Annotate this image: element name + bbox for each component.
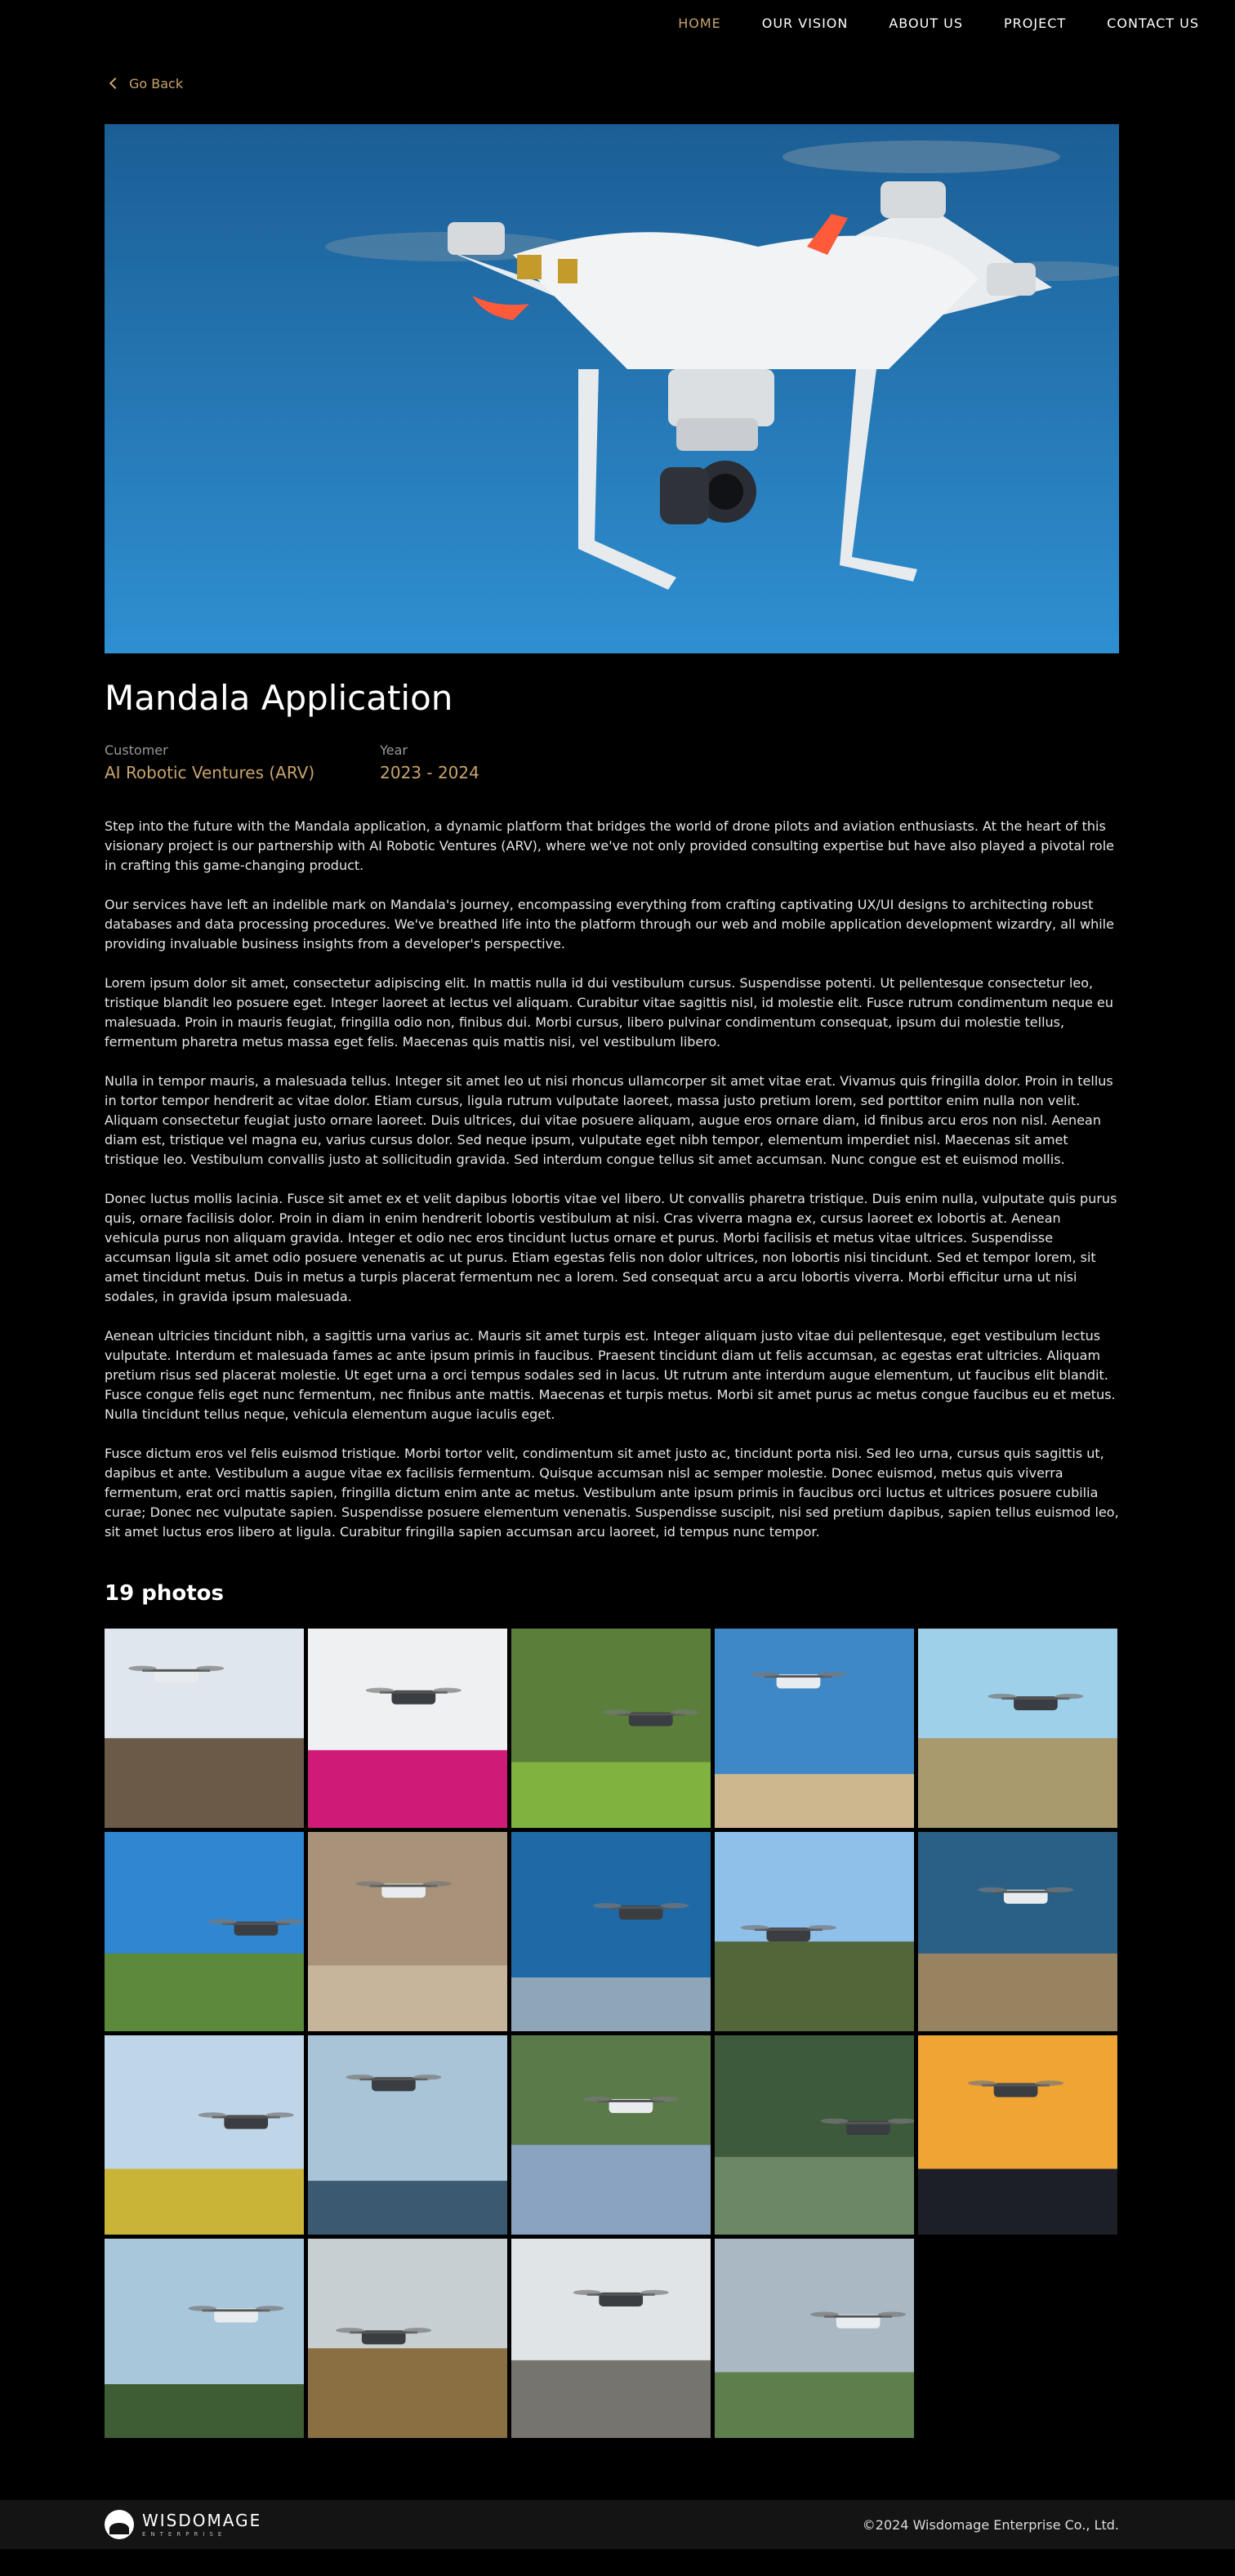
photos-title: 19 photos xyxy=(105,1581,224,1606)
project-detail: Go Back Mandala Application Customer AI … xyxy=(105,67,1119,2438)
description-paragraph: Lorem ipsum dolor sit amet, consectetur … xyxy=(105,975,1113,1050)
description-paragraph: Step into the future with the Mandala ap… xyxy=(105,818,1115,873)
brand-name: WISDOMAGE xyxy=(142,2510,262,2530)
drone-photo-thumbnail xyxy=(105,1629,304,1828)
gallery-photo[interactable] xyxy=(105,1629,304,1828)
drone-photo-thumbnail xyxy=(511,2035,711,2235)
customer-block: Customer AI Robotic Ventures (ARV) xyxy=(105,742,314,782)
gallery-photo[interactable] xyxy=(308,1629,507,1828)
nav-about-us[interactable]: ABOUT US xyxy=(889,16,963,31)
gallery-photo[interactable] xyxy=(511,2239,711,2438)
drone-photo-thumbnail xyxy=(308,2035,507,2235)
gallery-photo[interactable] xyxy=(511,1629,711,1828)
gallery-photo[interactable] xyxy=(105,2035,304,2235)
nav-project[interactable]: PROJECT xyxy=(1004,16,1066,31)
drone-photo-thumbnail xyxy=(308,1629,507,1828)
gallery-photo[interactable] xyxy=(918,2035,1117,2235)
gallery-photo[interactable] xyxy=(918,1629,1117,1828)
gallery-photo[interactable] xyxy=(715,1832,914,2031)
drone-photo-thumbnail xyxy=(511,2239,711,2438)
description-paragraph: Nulla in tempor mauris, a malesuada tell… xyxy=(105,1073,1113,1167)
gallery-photo[interactable] xyxy=(511,2035,711,2235)
project-description: Step into the future with the Mandala ap… xyxy=(105,817,1119,1542)
drone-photo-thumbnail xyxy=(105,2035,304,2235)
drone-photo-thumbnail xyxy=(105,1832,304,2031)
gallery-photo[interactable] xyxy=(511,1832,711,2031)
site-footer: WISDOMAGE ENTERPRISE ©2024 Wisdomage Ent… xyxy=(0,2500,1235,2549)
gallery-photo[interactable] xyxy=(308,2239,507,2438)
drone-photo-thumbnail xyxy=(715,2239,914,2438)
go-back-link[interactable]: Go Back xyxy=(105,67,1119,100)
nav-home[interactable]: HOME xyxy=(678,16,721,31)
drone-photo-thumbnail xyxy=(511,1629,711,1828)
customer-value: AI Robotic Ventures (ARV) xyxy=(105,763,315,782)
page-title: Mandala Application xyxy=(105,678,453,718)
gallery-photo[interactable] xyxy=(105,1832,304,2031)
gallery-photo[interactable] xyxy=(918,1832,1117,2031)
drone-photo-thumbnail xyxy=(308,2239,507,2438)
gallery-photo[interactable] xyxy=(308,2035,507,2235)
drone-photo-thumbnail xyxy=(918,1629,1117,1828)
nav-our-vision[interactable]: OUR VISION xyxy=(762,16,849,31)
drone-photo-thumbnail xyxy=(918,1832,1117,2031)
description-paragraph: Fusce dictum eros vel felis euismod tris… xyxy=(105,1446,1119,1540)
description-paragraph: Aenean ultricies tincidunt nibh, a sagit… xyxy=(105,1328,1116,1422)
photo-gallery xyxy=(105,1629,1119,2438)
brand-sub: ENTERPRISE xyxy=(142,2530,227,2538)
drone-photo-thumbnail xyxy=(308,1832,507,2031)
go-back-label: Go Back xyxy=(129,75,184,91)
year-value: 2023 - 2024 xyxy=(380,763,479,782)
description-paragraph: Donec luctus mollis lacinia. Fusce sit a… xyxy=(105,1191,1117,1304)
gallery-photo[interactable] xyxy=(715,2239,914,2438)
year-label: Year xyxy=(380,742,408,758)
brand-logo-icon xyxy=(105,2510,134,2539)
drone-photo-thumbnail xyxy=(715,1832,914,2031)
gallery-photo[interactable] xyxy=(715,1629,914,1828)
hero-image xyxy=(105,124,1119,653)
nav-contact-us[interactable]: CONTACT US xyxy=(1107,16,1199,31)
gallery-photo[interactable] xyxy=(105,2239,304,2438)
year-block: Year 2023 - 2024 xyxy=(380,742,479,782)
drone-hero-illustration xyxy=(105,124,1119,653)
customer-label: Customer xyxy=(105,742,168,758)
chevron-left-icon xyxy=(109,77,122,90)
drone-photo-thumbnail xyxy=(918,2035,1117,2235)
footer-brand[interactable]: WISDOMAGE ENTERPRISE xyxy=(105,2510,261,2539)
gallery-photo[interactable] xyxy=(715,2035,914,2235)
drone-photo-thumbnail xyxy=(715,2035,914,2235)
gallery-photo[interactable] xyxy=(308,1832,507,2031)
project-meta: Customer AI Robotic Ventures (ARV) Year … xyxy=(105,742,1119,782)
copyright-text: ©2024 Wisdomage Enterprise Co., Ltd. xyxy=(862,2516,1119,2533)
top-nav: HOME OUR VISION ABOUT US PROJECT CONTACT… xyxy=(0,0,1235,46)
drone-photo-thumbnail xyxy=(105,2239,304,2438)
drone-photo-thumbnail xyxy=(715,1629,914,1828)
drone-photo-thumbnail xyxy=(511,1832,711,2031)
description-paragraph: Our services have left an indelible mark… xyxy=(105,897,1114,952)
